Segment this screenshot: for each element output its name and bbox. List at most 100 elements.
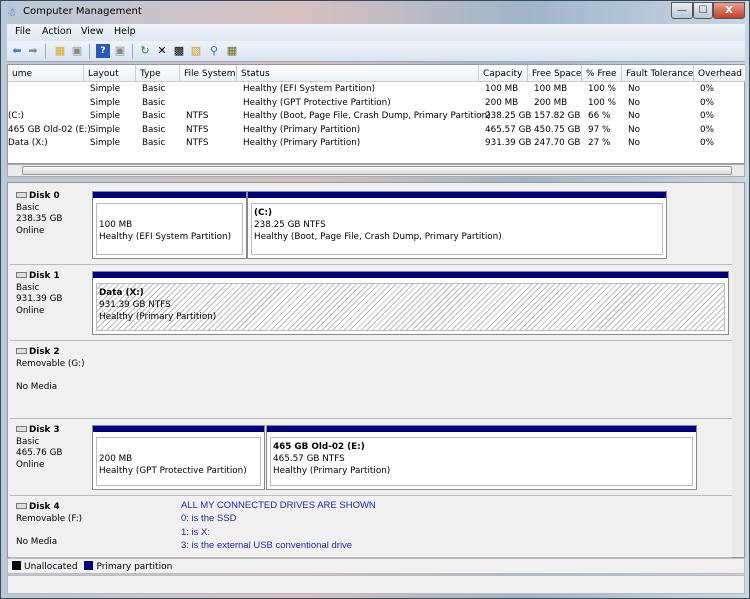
table-cell[interactable]: 0%: [700, 125, 714, 135]
column-file-system[interactable]: File System: [180, 65, 237, 82]
volume-list: ume Layout Type File System Status Capac…: [7, 64, 746, 164]
table-cell[interactable]: 450.75 GB: [534, 125, 580, 135]
table-cell[interactable]: Basic: [142, 111, 165, 121]
maximize-button[interactable]: ☐: [693, 2, 713, 19]
table-cell[interactable]: No: [628, 125, 640, 135]
toolbar: ⬅ ➡ ▦ ▣ ? ▣ ↻ ✕ ▩ ▧ ⚲ ▦: [7, 41, 745, 62]
back-icon[interactable]: ⬅: [10, 44, 24, 58]
note-line: ALL MY CONNECTED DRIVES ARE SHOWN: [181, 500, 376, 511]
menu-help[interactable]: Help: [114, 26, 136, 37]
partition[interactable]: 465 GB Old-02 (E:) 465.57 GB NTFS Healthy …: [266, 425, 697, 490]
table-cell[interactable]: 157.82 GB: [534, 111, 580, 121]
table-cell[interactable]: Simple: [90, 98, 120, 108]
table-cell[interactable]: No: [628, 111, 640, 121]
table-cell[interactable]: 931.39 GB: [485, 138, 531, 148]
table-cell[interactable]: 100 %: [588, 84, 616, 94]
forward-icon[interactable]: ➡: [26, 44, 40, 58]
column-capacity[interactable]: Capacity: [479, 65, 528, 82]
table-cell[interactable]: 97 %: [588, 125, 610, 135]
table-cell[interactable]: 0%: [700, 111, 714, 121]
minimize-button[interactable]: —: [671, 2, 693, 19]
up-folder-icon[interactable]: ▦: [53, 44, 67, 58]
help-icon[interactable]: ?: [96, 44, 110, 58]
refresh-icon[interactable]: ↻: [138, 44, 152, 58]
partition-title: [99, 441, 260, 453]
disk-icon: [16, 503, 27, 509]
close-button[interactable]: X: [713, 2, 745, 19]
table-cell[interactable]: Basic: [142, 125, 165, 135]
disk-area: Data (X:) 931.39 GB NTFS Healthy (Primary …: [90, 267, 732, 341]
table-cell[interactable]: Healthy (Boot, Page File, Crash Dump, Pr…: [243, 111, 491, 121]
search-icon[interactable]: ⚲: [207, 44, 221, 58]
partition-status: Healthy (Primary Partition): [273, 466, 391, 476]
table-cell[interactable]: Simple: [90, 111, 120, 121]
column-percent-free[interactable]: % Free: [582, 65, 622, 82]
menu-action[interactable]: Action: [42, 26, 72, 37]
table-cell[interactable]: No: [628, 84, 640, 94]
partition[interactable]: 200 MB Healthy (GPT Protective Partition): [92, 425, 265, 490]
disk-info: Basic: [16, 202, 40, 213]
table-cell[interactable]: NTFS: [186, 138, 208, 148]
menu-view[interactable]: View: [81, 26, 104, 37]
table-cell[interactable]: Simple: [90, 125, 120, 135]
table-cell[interactable]: Simple: [90, 84, 120, 94]
partition-body: Data (X:) 931.39 GB NTFS Healthy (Primary …: [96, 283, 725, 331]
partition[interactable]: 100 MB Healthy (EFI System Partition): [92, 191, 247, 259]
table-cell[interactable]: Basic: [142, 84, 165, 94]
menu-file[interactable]: File: [15, 26, 31, 37]
disk-label[interactable]: Disk 1 Basic 931.39 GB Online: [10, 267, 90, 341]
table-cell[interactable]: Simple: [90, 138, 120, 148]
table-cell[interactable]: (C:): [8, 111, 24, 121]
disk-label[interactable]: Disk 4 Removable (F:) No Media: [10, 498, 90, 558]
horizontal-scrollbar[interactable]: [7, 164, 745, 177]
disk-label[interactable]: Disk 3 Basic 465.76 GB Online: [10, 421, 90, 496]
partition-status: Healthy (Boot, Page File, Crash Dump, Pr…: [254, 232, 502, 242]
table-cell[interactable]: No: [628, 138, 640, 148]
table-cell[interactable]: 238.25 GB: [485, 111, 531, 121]
table-cell[interactable]: NTFS: [186, 111, 208, 121]
table-cell[interactable]: 100 MB: [534, 84, 567, 94]
table-cell[interactable]: Healthy (Primary Partition): [243, 125, 360, 135]
table-cell[interactable]: NTFS: [186, 125, 208, 135]
table-cell[interactable]: 0%: [700, 138, 714, 148]
column-fault-tolerance[interactable]: Fault Tolerance: [622, 65, 694, 82]
show-hide-icon[interactable]: ▣: [113, 44, 127, 58]
column-overhead[interactable]: Overhead: [694, 65, 746, 82]
partition[interactable]: Data (X:) 931.39 GB NTFS Healthy (Primary …: [92, 271, 729, 335]
table-cell[interactable]: Basic: [142, 98, 165, 108]
table-cell[interactable]: 66 %: [588, 111, 610, 121]
column-layout[interactable]: Layout: [84, 65, 136, 82]
column-free-space[interactable]: Free Space: [528, 65, 582, 82]
vertical-scrollbar[interactable]: [732, 183, 744, 557]
table-cell[interactable]: 200 MB: [485, 98, 518, 108]
disk-label[interactable]: Disk 2 Removable (G:) No Media: [10, 343, 90, 419]
table-cell[interactable]: 27 %: [588, 138, 610, 148]
table-cell[interactable]: Healthy (GPT Protective Partition): [243, 98, 391, 108]
console-tree-icon[interactable]: ▣: [70, 44, 84, 58]
table-cell[interactable]: 200 MB: [534, 98, 567, 108]
table-cell[interactable]: 100 MB: [485, 84, 518, 94]
column-volume[interactable]: ume: [8, 65, 84, 82]
table-cell[interactable]: 465 GB Old-02 (E:): [8, 125, 91, 135]
properties-icon[interactable]: ▩: [172, 44, 186, 58]
disk-info: Online: [16, 305, 45, 316]
disk-label[interactable]: Disk 0 Basic 238.35 GB Online: [10, 187, 90, 265]
partition-bar: [267, 426, 696, 434]
table-cell[interactable]: 465.57 GB: [485, 125, 531, 135]
column-status[interactable]: Status: [237, 65, 479, 82]
table-cell[interactable]: 0%: [700, 84, 714, 94]
table-cell[interactable]: 247.70 GB: [534, 138, 580, 148]
table-cell[interactable]: Basic: [142, 138, 165, 148]
delete-icon[interactable]: ✕: [155, 44, 169, 58]
column-type[interactable]: Type: [136, 65, 180, 82]
table-cell[interactable]: No: [628, 98, 640, 108]
table-cell[interactable]: 100 %: [588, 98, 616, 108]
table-cell[interactable]: Healthy (EFI System Partition): [243, 84, 375, 94]
table-cell[interactable]: Healthy (Primary Partition): [243, 138, 360, 148]
table-cell[interactable]: 0%: [700, 98, 714, 108]
open-icon[interactable]: ▧: [189, 44, 203, 58]
partition[interactable]: (C:) 238.25 GB NTFS Healthy (Boot, Page Fi…: [247, 191, 667, 259]
settings-icon[interactable]: ▦: [225, 44, 239, 58]
table-cell[interactable]: Data (X:): [8, 138, 48, 148]
scrollbar-thumb[interactable]: [22, 166, 732, 175]
